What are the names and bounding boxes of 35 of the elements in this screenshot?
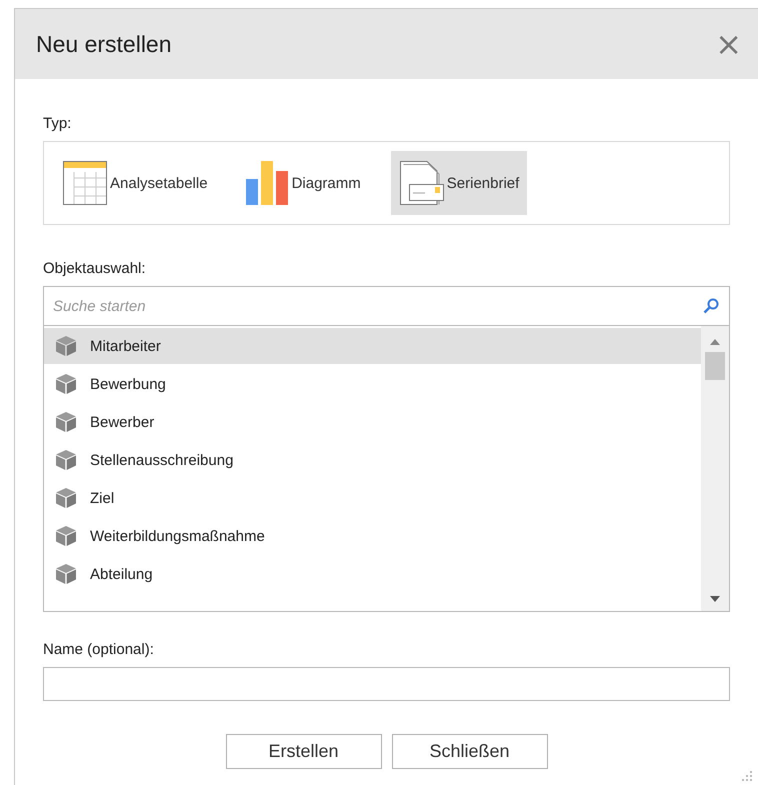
cube-icon — [55, 449, 77, 471]
cube-icon — [55, 563, 77, 585]
name-label: Name (optional): — [43, 641, 155, 658]
document-letter-icon — [398, 160, 445, 206]
cube-icon — [55, 335, 77, 357]
type-option[interactable]: Analysetabelle — [62, 151, 216, 215]
scroll-up-icon[interactable] — [709, 338, 721, 346]
object-list-item[interactable]: Bewerbung — [44, 366, 701, 402]
type-label: Typ: — [43, 115, 72, 132]
object-list-item[interactable]: Abteilung — [44, 556, 701, 592]
cube-icon — [55, 487, 77, 509]
object-label: Objektauswahl: — [43, 260, 147, 277]
scrollbar[interactable] — [701, 326, 729, 611]
resize-grip-icon[interactable] — [742, 771, 752, 781]
object-list-item[interactable]: Weiterbildungsmaßnahme — [44, 518, 701, 554]
cube-icon — [55, 373, 77, 395]
search-icon — [703, 298, 719, 314]
scrollbar-thumb[interactable] — [705, 352, 725, 380]
table-icon — [62, 160, 108, 206]
dialog-button[interactable]: Schließen — [392, 734, 548, 769]
close-button[interactable]: × — [709, 28, 748, 60]
dialog-title: Neu erstellen — [36, 30, 172, 58]
object-list-item[interactable]: Stellenausschreibung — [44, 442, 701, 478]
cube-icon — [55, 525, 77, 547]
bar-chart-icon — [246, 161, 290, 205]
scroll-down-icon[interactable] — [709, 595, 721, 603]
name-input[interactable] — [43, 667, 730, 701]
type-option[interactable]: Diagramm — [246, 151, 369, 215]
search-field[interactable]: Suche starten — [53, 298, 703, 314]
object-list-item[interactable]: Bewerber — [44, 404, 701, 440]
cube-icon — [55, 411, 77, 433]
object-list-item[interactable]: Mitarbeiter — [44, 328, 701, 364]
dialog-button[interactable]: Erstellen — [226, 734, 382, 769]
type-option[interactable]: Serienbrief — [390, 151, 528, 215]
object-list-item[interactable]: Ziel — [44, 480, 701, 516]
